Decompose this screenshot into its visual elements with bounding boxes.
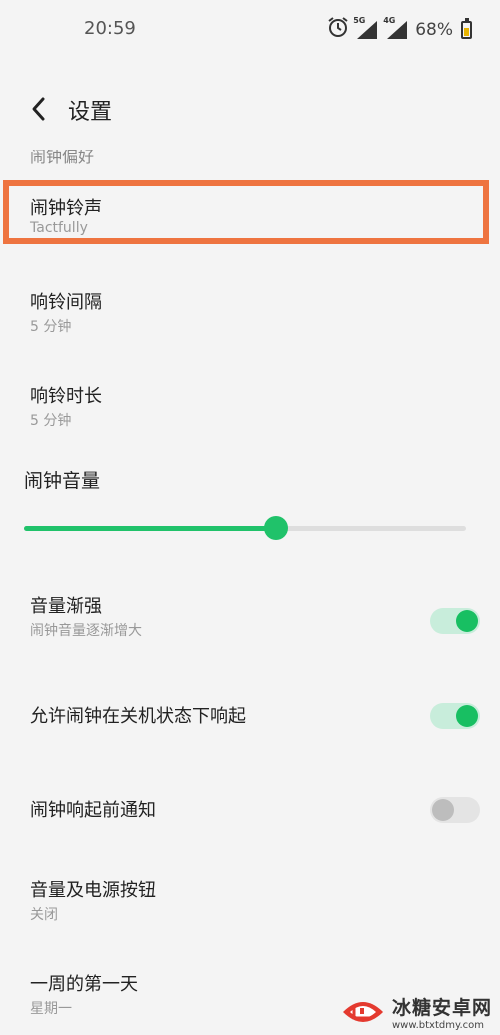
signal-5g-icon: 5G <box>353 15 379 41</box>
gradual-volume-toggle[interactable] <box>430 608 480 634</box>
back-button[interactable] <box>24 92 54 126</box>
battery-icon <box>461 17 472 39</box>
ring-when-off-title: 允许闹钟在关机状态下响起 <box>30 706 246 727</box>
ring-duration-value: 5 分钟 <box>30 413 72 429</box>
chevron-left-icon <box>32 97 45 121</box>
volume-power-buttons-title: 音量及电源按钮 <box>30 880 156 901</box>
watermark-logo-icon <box>342 1002 383 1022</box>
page-title: 设置 <box>68 100 113 125</box>
network-5g-label: 5G <box>353 15 366 25</box>
slider-thumb[interactable] <box>264 516 288 540</box>
status-time: 20:59 <box>84 18 136 39</box>
gradual-volume-subtitle: 闹钟音量逐渐增大 <box>30 623 142 639</box>
first-day-of-week-value: 星期一 <box>30 1001 72 1017</box>
setting-ringtone[interactable]: 闹钟铃声 Tactfully <box>0 180 500 244</box>
settings-screen: 20:59 5G 4G 68% 设置 闹钟偏好 闹钟铃声 Tactfully 响… <box>0 0 500 1035</box>
setting-ring-duration[interactable]: 响铃时长 5 分钟 <box>0 370 500 434</box>
setting-notify-before[interactable]: 闹钟响起前通知 <box>0 782 500 838</box>
setting-snooze-interval[interactable]: 响铃间隔 5 分钟 <box>0 276 500 340</box>
watermark-text: 冰糖安卓网 www.btxtdmy.com <box>392 993 492 1031</box>
first-day-of-week-title: 一周的第一天 <box>30 974 138 995</box>
notify-before-title: 闹钟响起前通知 <box>30 800 156 821</box>
gradual-volume-title: 音量渐强 <box>30 596 102 617</box>
alarm-icon <box>327 16 349 43</box>
status-bar: 20:59 5G 4G 68% <box>0 0 500 60</box>
volume-power-buttons-value: 关闭 <box>30 907 58 923</box>
header: 设置 <box>0 86 500 134</box>
snooze-interval-value: 5 分钟 <box>30 319 72 335</box>
network-4g-label: 4G <box>383 15 396 25</box>
battery-percent: 68% <box>415 19 453 40</box>
volume-slider[interactable] <box>24 516 466 540</box>
ring-when-off-toggle[interactable] <box>430 703 480 729</box>
setting-ring-when-off[interactable]: 允许闹钟在关机状态下响起 <box>0 688 500 744</box>
status-icons: 5G 4G 68% <box>327 16 472 43</box>
watermark: 冰糖安卓网 www.btxtdmy.com <box>340 993 492 1031</box>
slider-fill <box>24 526 276 531</box>
cut-off-item-label: 闹钟偏好 <box>30 150 95 164</box>
ringtone-value: Tactfully <box>30 220 88 236</box>
watermark-name: 冰糖安卓网 <box>391 997 492 1019</box>
watermark-url: www.btxtdmy.com <box>391 1020 485 1031</box>
snooze-interval-title: 响铃间隔 <box>30 292 102 313</box>
notify-before-toggle[interactable] <box>430 797 480 823</box>
signal-4g-icon: 4G <box>383 15 409 41</box>
setting-volume-power-buttons[interactable]: 音量及电源按钮 关闭 <box>0 866 500 930</box>
ringtone-title: 闹钟铃声 <box>30 198 102 219</box>
volume-title: 闹钟音量 <box>24 470 101 492</box>
setting-gradual-volume[interactable]: 音量渐强 闹钟音量逐渐增大 <box>0 582 500 652</box>
ring-duration-title: 响铃时长 <box>30 386 102 407</box>
